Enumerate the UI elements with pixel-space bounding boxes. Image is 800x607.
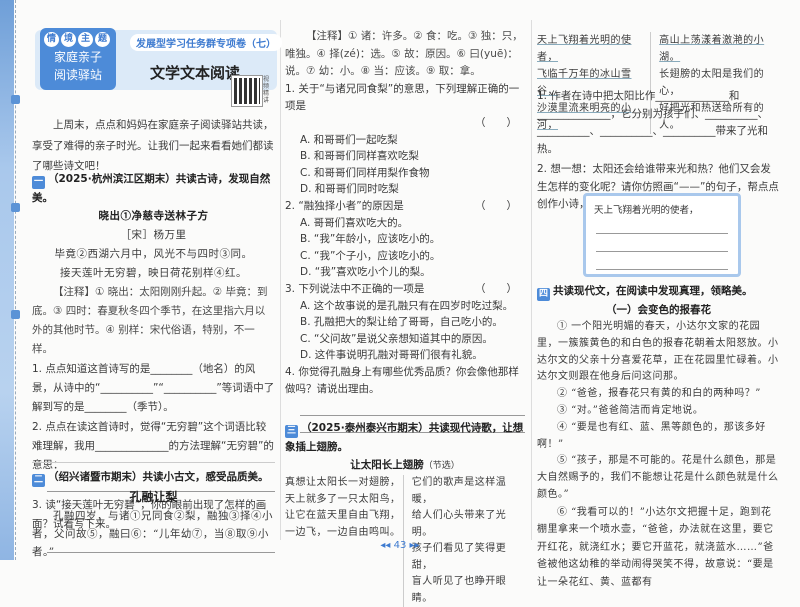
spine-marker: [11, 203, 20, 212]
tag: 情: [44, 32, 59, 47]
poem-writing-box[interactable]: 天上飞翔着光明的使者，: [583, 193, 741, 277]
article-paragraph: ① 一个阳光明媚的春天，小达尔文家的花园里，一簇簇黄色的和白色的报春花朝着太阳怒…: [537, 321, 779, 383]
section-marker: 四: [537, 288, 550, 301]
section-3-heading: 三（2025·泰州泰兴市期末）共读现代诗歌，让想象插上翅膀。: [285, 422, 524, 453]
poem-author: ［宋］杨万里: [120, 229, 187, 241]
option[interactable]: B. “我”年龄小，应该吃小的。: [285, 231, 525, 248]
qr-label: 视频精讲: [263, 76, 270, 104]
option[interactable]: A. 和哥哥们一起吃梨: [285, 132, 525, 149]
excerpt-note: （节选）: [423, 461, 460, 471]
option[interactable]: D. 这件事说明孔融对哥哥们很有礼貌。: [285, 347, 525, 364]
section-4-heading: 四共读现代文，在阅读中发现真理，领略美。: [537, 285, 753, 301]
answer-paren[interactable]: （ ）: [285, 115, 525, 132]
tag: 境: [61, 32, 76, 47]
option[interactable]: D. “我”喜欢吃小个儿的梨。: [285, 264, 525, 281]
annotation: 【注释】① 诸：许多。② 食：吃。③ 独：只，唯独。④ 择(zé)：选。⑤ 故：…: [285, 30, 523, 77]
tag: 主: [78, 32, 93, 47]
page-title: 文学文本阅读: [150, 64, 241, 82]
story-text: 孔融四岁，与诸①兄同食②梨，融独③择④小者，父问故⑤，融曰⑥：“儿年幼⑦，当⑧取…: [32, 510, 273, 558]
book-spine: [0, 0, 14, 560]
poem-title: 让太阳长上翅膀: [350, 459, 424, 471]
question-3: 3. 下列说法中不正确的一项是: [285, 282, 425, 295]
column-divider: [280, 20, 281, 540]
box-example-line: 天上飞翔着光明的使者，: [594, 205, 699, 216]
poem-line: 让它在蓝天里自由飞翔，: [285, 510, 401, 521]
poem-line: 接天莲叶无穷碧，映日荷花别样④红。: [60, 267, 247, 279]
option[interactable]: C. “父问故”是说父亲想知道其中的原因。: [285, 331, 525, 348]
question-2: 2. “融独择小者”的原因是: [285, 199, 404, 212]
answer-line[interactable]: [300, 414, 525, 416]
spine-marker: [11, 310, 20, 319]
section-2-heading: 二（绍兴诸暨市期末）共读小古文，感受品质美。: [32, 471, 269, 487]
article-paragraph: ⑤ “孩子，那是不可能的。花是什么颜色，那是大自然赐予的，我们不能想让花是什么颜…: [537, 455, 779, 500]
section-marker: 二: [32, 474, 45, 487]
section-marker: 三: [285, 425, 298, 438]
section-1-heading: 一（2025·杭州滨江区期末）共读古诗，发现自然美。: [32, 173, 271, 204]
poem-line: 天上飞翔着光明的使者，: [537, 35, 632, 63]
theme-line: 家庭亲子: [53, 50, 102, 64]
column-divider: [531, 20, 532, 540]
question-1: 1. 关于“与诸兄同食梨”的意思，下列理解正确的一项是: [285, 82, 520, 112]
option[interactable]: B. 孔融把大的梨让给了哥哥，自己吃小的。: [285, 314, 525, 331]
poem-line: 它们的歌声是这样温暖，: [411, 477, 507, 505]
question-1: 1. 作者在诗中把太阳比作______________和____________…: [537, 90, 768, 155]
poem-line: 天上就多了一只太阳鸟，: [285, 493, 401, 505]
article-paragraph: ② “爸爸，报春花只有黄的和白的两种吗？”: [557, 388, 761, 400]
section-marker: 一: [32, 176, 45, 189]
divider: [32, 462, 275, 463]
poem-line: 高山上荡漾着激滟的小湖。: [659, 35, 765, 63]
qr-code-icon[interactable]: [231, 75, 263, 107]
option[interactable]: A. 这个故事说的是孔融只有在四岁时吃过梨。: [285, 298, 525, 315]
poem-line: 给人们心头带来了光明。: [411, 510, 507, 538]
answer-paren[interactable]: （ ）: [475, 198, 525, 215]
answer-line[interactable]: [596, 251, 728, 252]
annotation: 【注释】① 晓出：太阳刚刚升起。② 毕竟：到底。③ 四时：春夏秋冬四个季节，在这…: [32, 286, 268, 355]
question-1: 1. 点点知道这首诗写的是________（地名）的风景，从诗中的“______…: [32, 363, 275, 413]
theme-tags: 情境主题: [44, 32, 110, 47]
poem-title: 晓出①净慈寺送林子方: [98, 210, 209, 222]
poem-line: 毕竟②西湖六月中，风光不与四时③同。: [54, 248, 253, 260]
binding-line: [15, 0, 16, 560]
answer-line[interactable]: [596, 269, 728, 270]
article-paragraph: ⑥ “我看可以的！”小达尔文把握十足，跑到花棚里拿来一个喷水壶，“爸爸，办法就在…: [537, 506, 774, 588]
question-4: 4. 你觉得孔融身上有哪些优秀品质？你会像他那样做吗？请说出理由。: [285, 365, 519, 395]
option[interactable]: B. 和哥哥们同样喜欢吃梨: [285, 148, 525, 165]
article-paragraph: ④ “要是也有红、蓝、黑等颜色的，那该多好啊！”: [537, 421, 766, 450]
next-arrows-icon: ▸▸: [406, 540, 420, 551]
intro-paragraph: 上周末，点点和妈妈在家庭亲子阅读驿站共读，享受了难得的亲子时光。让我们一起来看看…: [32, 119, 274, 172]
page-number: ◂◂ 43 ▸▸: [380, 540, 420, 551]
option[interactable]: C. “我”个子小，应该吃小的。: [285, 248, 525, 265]
series-subtitle: 发展型学习任务群专项卷（七）: [130, 34, 282, 51]
poem-line: 一边飞，一边自由鸣叫。: [285, 526, 401, 538]
spine-marker: [11, 95, 20, 104]
question-2: 2. 点点在读这首诗时，觉得“无穷碧”这个词语比较难理解，我用_________…: [32, 421, 274, 471]
story-title: 孔融让梨: [129, 490, 178, 504]
tag: 题: [95, 32, 110, 47]
poem-line: 盲人听见了也睁开眼睛。: [411, 576, 507, 604]
prev-arrows-icon: ◂◂: [380, 540, 394, 551]
poem-line: 真想让太阳长一对翅膀，: [285, 477, 401, 488]
theme-line: 阅读驿站: [53, 68, 102, 82]
option[interactable]: C. 和哥哥们同样用梨作食物: [285, 165, 525, 182]
option[interactable]: D. 和哥哥们同时吃梨: [285, 181, 525, 198]
answer-line[interactable]: [596, 233, 728, 234]
article-paragraph: ③ “对。”爸爸简洁而肯定地说。: [557, 404, 704, 416]
option[interactable]: A. 哥哥们喜欢吃大的。: [285, 215, 525, 232]
article-title: （一）会变色的报春花: [606, 304, 711, 316]
answer-paren[interactable]: （ ）: [475, 281, 525, 298]
